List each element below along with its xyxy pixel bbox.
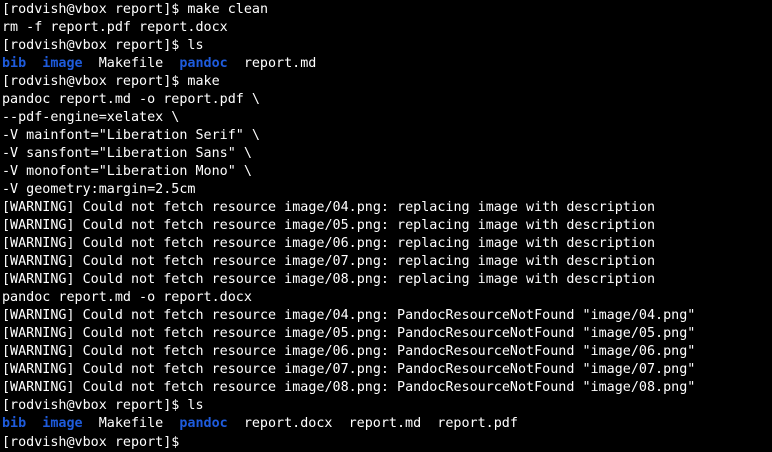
ls-directory-entry: image bbox=[42, 56, 83, 71]
ls-file-entry: Makefile bbox=[98, 56, 164, 71]
ls-file-entry: report.md bbox=[243, 56, 317, 71]
terminal-output-line: --pdf-engine=xelatex \ bbox=[2, 110, 180, 125]
ls-directory-entry: image bbox=[42, 416, 83, 431]
terminal-output-line: -V mainfont="Liberation Serif" \ bbox=[2, 128, 260, 143]
ls-output-line: bib image Makefile pandoc report.md bbox=[2, 55, 772, 73]
shell-prompt: [rodvish@vbox report]$ bbox=[2, 435, 188, 450]
terminal-output-line: pandoc report.md -o report.pdf \ bbox=[2, 92, 260, 107]
terminal-output-line: [rodvish@vbox report]$ ls bbox=[2, 38, 204, 53]
ls-directory-entry: bib bbox=[2, 416, 27, 431]
terminal-output-line: [WARNING] Could not fetch resource image… bbox=[2, 344, 696, 359]
terminal-output-line: -V geometry:margin=2.5cm bbox=[2, 182, 196, 197]
terminal-output-line: [WARNING] Could not fetch resource image… bbox=[2, 326, 696, 341]
terminal-output-line: pandoc report.md -o report.docx bbox=[2, 290, 252, 305]
ls-file-entry: Makefile bbox=[98, 416, 164, 431]
terminal-output-line: [WARNING] Could not fetch resource image… bbox=[2, 272, 656, 287]
terminal-output-line: [WARNING] Could not fetch resource image… bbox=[2, 308, 696, 323]
terminal-output-line: -V sansfont="Liberation Sans" \ bbox=[2, 146, 252, 161]
ls-directory-entry: bib bbox=[2, 56, 27, 71]
text-cursor[interactable] bbox=[187, 433, 196, 449]
ls-file-entry: report.docx bbox=[243, 416, 333, 431]
terminal-output-line: rm -f report.pdf report.docx bbox=[2, 20, 228, 35]
terminal-output-line: [WARNING] Could not fetch resource image… bbox=[2, 254, 656, 269]
terminal-window[interactable]: [rodvish@vbox report]$ make clean rm -f r… bbox=[0, 0, 772, 452]
ls-directory-entry: pandoc bbox=[179, 56, 228, 71]
ls-file-entry: report.md bbox=[348, 416, 422, 431]
terminal-output-line: [rodvish@vbox report]$ make clean bbox=[2, 2, 269, 17]
terminal-output-line: [rodvish@vbox report]$ make bbox=[2, 74, 220, 89]
terminal-output-line: [WARNING] Could not fetch resource image… bbox=[2, 200, 656, 215]
active-prompt-line: [rodvish@vbox report]$ bbox=[2, 433, 772, 451]
terminal-output-line: [WARNING] Could not fetch resource image… bbox=[2, 218, 656, 233]
terminal-output-line: [WARNING] Could not fetch resource image… bbox=[2, 236, 656, 251]
ls-output-line: bib image Makefile pandoc report.docx report.… bbox=[2, 415, 772, 433]
ls-directory-entry: pandoc bbox=[179, 416, 228, 431]
terminal-output-line: [rodvish@vbox report]$ ls bbox=[2, 398, 204, 413]
terminal-output-line: -V monofont="Liberation Mono" \ bbox=[2, 164, 252, 179]
ls-file-entry: report.pdf bbox=[437, 416, 518, 431]
terminal-output-line: [WARNING] Could not fetch resource image… bbox=[2, 380, 696, 395]
terminal-output-line: [WARNING] Could not fetch resource image… bbox=[2, 362, 696, 377]
